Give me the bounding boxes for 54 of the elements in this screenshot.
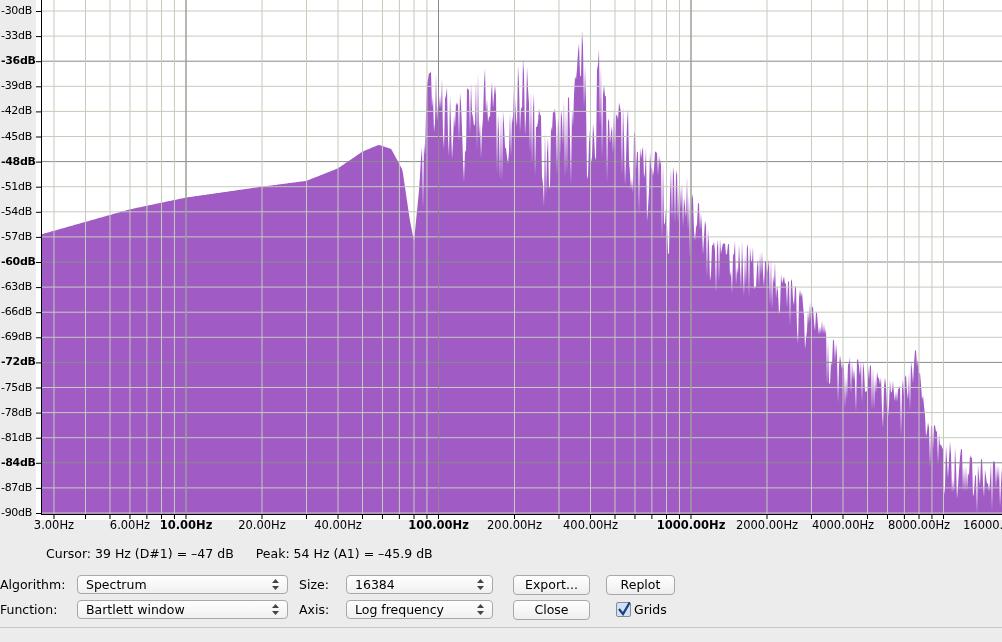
close-button[interactable]: Close <box>513 599 590 620</box>
axis-label: 2000.00Hz <box>735 518 799 532</box>
axis-select[interactable]: Log frequency <box>346 600 493 619</box>
axis-label: -87dB <box>1 480 32 495</box>
function-label: Function: <box>0 602 59 617</box>
axis-label: 8000.00Hz <box>887 518 951 532</box>
axis-label: -81dB <box>1 430 32 445</box>
algorithm-label: Algorithm: <box>0 577 67 592</box>
grids-checkbox[interactable]: Grids <box>616 602 667 617</box>
axis-label: 400.00Hz <box>563 518 618 532</box>
axis-label: -75dB <box>1 380 32 395</box>
axis-label: 1000.00Hz <box>656 518 726 532</box>
axis-label: -36dB <box>1 54 36 69</box>
axis-label: -90dB <box>1 506 32 520</box>
axis-label: -45dB <box>1 129 32 144</box>
algorithm-select[interactable]: Spectrum <box>77 575 288 594</box>
axis-label: -72dB <box>1 355 36 370</box>
axis-label: 20.00Hz <box>238 518 286 532</box>
axis-label: -54dB <box>1 204 32 219</box>
size-label: Size: <box>299 577 330 592</box>
axis-label: 200.00Hz <box>487 518 542 532</box>
updown-icon <box>272 579 279 590</box>
axis-label: -63dB <box>1 280 32 295</box>
function-select[interactable]: Bartlett window <box>77 600 288 619</box>
axis-label: -69dB <box>1 330 32 345</box>
axis-label: 16000. <box>963 518 1002 532</box>
checkmark-icon <box>617 602 630 616</box>
axis-label: 4000.00Hz <box>811 518 875 532</box>
axis-label: 6.00Hz <box>109 518 151 532</box>
checkbox[interactable] <box>616 602 631 617</box>
axis-label: -57dB <box>1 229 32 244</box>
axis-label: -51dB <box>1 179 32 194</box>
axis-label: Axis: <box>299 602 331 617</box>
axis-label: 10.00Hz <box>159 518 213 532</box>
size-select[interactable]: 16384 <box>346 575 493 594</box>
axis-label: -42dB <box>1 104 32 119</box>
replot-button[interactable]: Replot <box>606 574 675 595</box>
axis-label: -48dB <box>1 154 36 169</box>
updown-icon <box>477 579 484 590</box>
axis-label: -78dB <box>1 405 32 420</box>
axis-label: 3.00Hz <box>33 518 75 532</box>
axis-label: -66dB <box>1 305 32 320</box>
cursor-readout: Cursor: 39 Hz (D#1) = –47 dB <box>46 545 234 561</box>
axis-label: 40.00Hz <box>314 518 362 532</box>
axis-label: -30dB <box>1 4 32 18</box>
export-button[interactable]: Export... <box>513 574 590 595</box>
peak-readout: Peak: 54 Hz (A1) = –45.9 dB <box>255 545 433 561</box>
axis-label: -39dB <box>1 79 32 94</box>
updown-icon <box>272 604 279 615</box>
axis-label: -84dB <box>1 455 36 470</box>
axis-label: -60dB <box>1 255 36 269</box>
axis-label: -33dB <box>1 29 32 44</box>
axis-label: 100.00Hz <box>408 518 469 532</box>
updown-icon <box>477 604 484 615</box>
